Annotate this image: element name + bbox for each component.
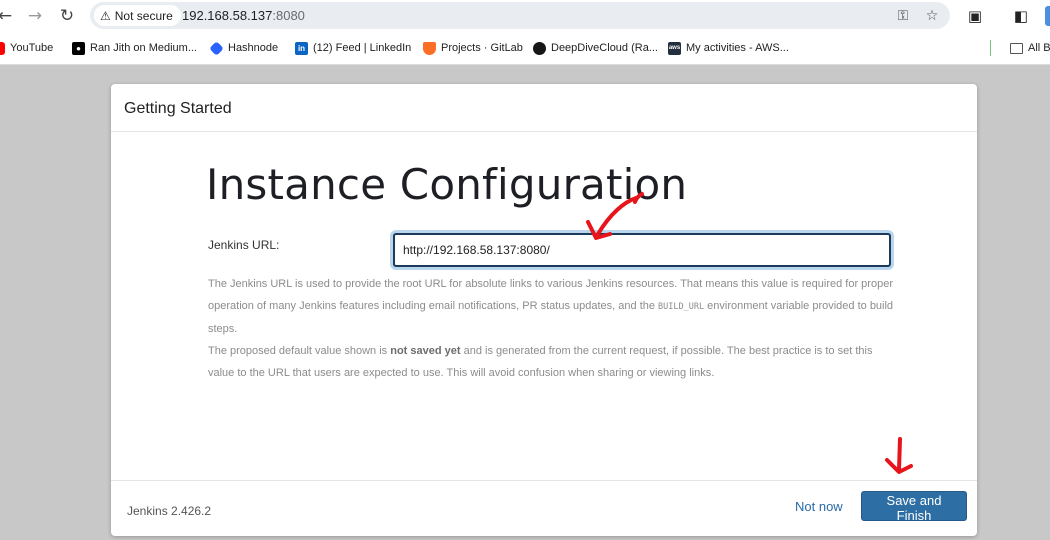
star-icon[interactable]: ☆ [922,6,942,26]
bookmarks-divider [990,40,991,56]
build-url-code: BUILD_URL [658,302,705,312]
reload-icon[interactable]: ↻ [56,5,78,27]
bookmark-youtube[interactable]: YouTube [0,39,53,57]
back-button[interactable]: ← [0,5,16,27]
bookmark-label: DeepDiveCloud (Ra... [551,42,658,54]
setup-dialog: Getting Started Instance Configuration J… [111,84,977,536]
not-now-link[interactable]: Not now [795,499,843,514]
bookmark-label: Hashnode [228,42,279,54]
folder-icon [1010,42,1023,54]
address-bar[interactable]: ⚠ Not secure 192.168.58.137:8080 ⚿ ☆ [90,2,950,29]
dialog-footer: Jenkins 2.426.2 Not now Save and Finish [111,480,977,537]
bookmark-linkedin[interactable]: in (12) Feed | LinkedIn [295,39,411,57]
help-paragraph-1: The Jenkins URL is used to provide the r… [208,273,898,340]
bookmark-label: Projects · GitLab [441,42,523,54]
bookmark-label: Ran Jith on Medium... [90,42,197,54]
aws-icon: aws [668,41,681,55]
bookmark-gitlab[interactable]: Projects · GitLab [423,39,523,57]
profile-icon[interactable] [1045,6,1050,26]
url-port: :8080 [272,8,305,23]
dialog-header: Getting Started [111,84,977,132]
security-chip[interactable]: ⚠ Not secure [94,5,181,26]
warning-icon: ⚠ [100,8,111,23]
jenkins-url-label: Jenkins URL: [208,238,280,252]
gitlab-icon [423,41,436,55]
security-label: Not secure [114,8,173,23]
help-paragraph-2: The proposed default value shown is not … [208,340,898,384]
url-text[interactable]: 192.168.58.137:8080 [182,8,305,23]
dialog-title: Getting Started [124,100,232,117]
github-icon [533,41,546,55]
bookmark-medium[interactable]: ● Ran Jith on Medium... [72,39,197,57]
all-bookmarks[interactable]: All Bo [1010,39,1050,57]
linkedin-icon: in [295,41,308,55]
extensions-icon[interactable]: ▣ [964,5,986,27]
bookmark-aws[interactable]: aws My activities - AWS... [668,39,789,57]
jenkins-version: Jenkins 2.426.2 [127,504,212,518]
help-text: The Jenkins URL is used to provide the r… [208,273,898,384]
help-bold-text: not saved yet [390,345,461,357]
bookmark-hashnode[interactable]: Hashnode [209,39,279,57]
key-icon[interactable]: ⚿ [893,6,913,26]
bookmark-github[interactable]: DeepDiveCloud (Ra... [533,39,658,57]
forward-button[interactable]: → [24,5,46,27]
youtube-icon [0,41,5,55]
jenkins-url-input[interactable] [393,233,891,267]
side-panel-icon[interactable]: ◧ [1010,5,1032,27]
hashnode-icon [209,40,224,56]
url-host: 192.168.58.137 [182,8,273,23]
bookmark-label: My activities - AWS... [686,42,789,54]
all-bookmarks-label: All Bo [1028,42,1050,54]
bookmarks-bar: YouTube ● Ran Jith on Medium... Hashnode… [0,32,1050,65]
medium-icon: ● [72,41,85,55]
save-and-finish-button[interactable]: Save and Finish [861,491,967,523]
browser-toolbar: ← → ↻ ⚠ Not secure 192.168.58.137:8080 ⚿… [0,0,1050,32]
bookmark-label: YouTube [10,42,54,54]
help-text-part: The proposed default value shown is [208,345,391,357]
bookmark-label: (12) Feed | LinkedIn [313,42,412,54]
page-title: Instance Configuration [206,160,688,209]
